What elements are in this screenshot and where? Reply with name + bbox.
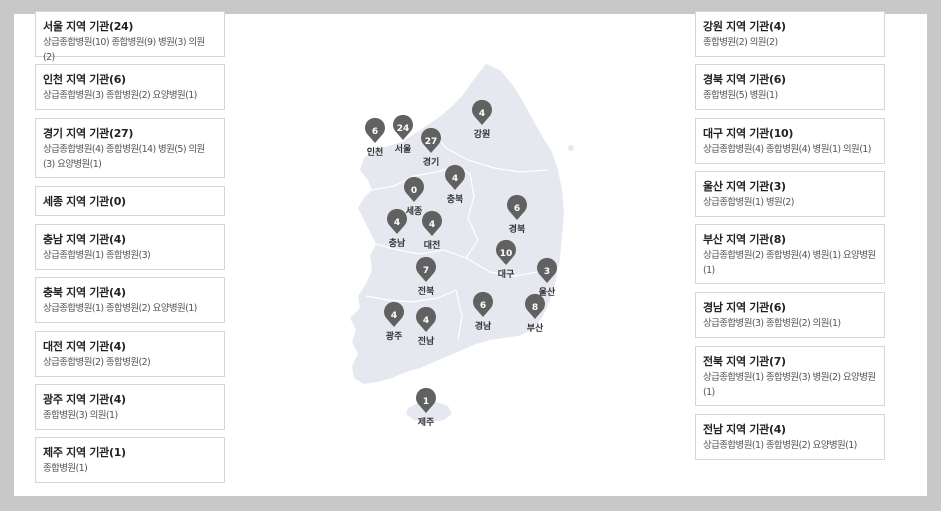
map-pin-count: 27 <box>425 137 438 147</box>
map-pin-count: 4 <box>479 109 485 119</box>
map-pin-count: 4 <box>452 174 458 184</box>
map-pin-count: 0 <box>411 186 417 196</box>
map-pin-count: 6 <box>514 204 520 214</box>
map-pin-count: 4 <box>423 316 429 326</box>
map-pin-region-name: 제주 <box>418 416 435 428</box>
map-pin-count: 4 <box>394 218 400 228</box>
map-pin-count: 10 <box>500 249 513 259</box>
map-pin-count: 6 <box>480 301 486 311</box>
map-pin-count: 4 <box>391 311 397 321</box>
map-pin-count: 6 <box>372 127 378 137</box>
map-pin-region-name: 세종 <box>406 205 423 217</box>
map-pin-region-name: 충남 <box>389 237 406 249</box>
map-pin[interactable]: 6 인천 <box>365 117 385 158</box>
map-pin-region-name: 인천 <box>367 147 384 158</box>
ulleung-island-shape <box>568 145 574 151</box>
map-pin-region-name: 전북 <box>418 285 435 297</box>
map-pin-region-name: 경북 <box>509 223 526 235</box>
map-pin-region-name: 대전 <box>424 239 441 251</box>
korea-map: 6인천24서울27경기4강원0세종4충북4충남4대전6경북10대구 3울산7전북4… <box>350 64 574 428</box>
map-pin-region-name: 대구 <box>498 268 515 280</box>
map-pin-region-name: 경기 <box>423 156 440 168</box>
map-pin-region-name: 강원 <box>474 128 491 140</box>
map-pin-count: 24 <box>397 124 410 134</box>
korea-land <box>350 64 574 422</box>
map-pin-region-name: 광주 <box>386 330 403 342</box>
map-pin-count: 4 <box>429 220 435 230</box>
map-pin-region-name: 서울 <box>395 143 412 155</box>
map-pin-region-name: 충북 <box>447 193 464 205</box>
mainland-shape <box>350 64 564 384</box>
map-pin[interactable]: 24 서울 <box>393 114 414 155</box>
map-pin-region-name: 부산 <box>527 322 544 334</box>
map-pin-count: 8 <box>532 303 538 313</box>
map-pin-region-name: 경남 <box>475 320 492 332</box>
map-pin-count: 7 <box>423 266 429 276</box>
map-pin-region-name: 전남 <box>418 335 435 347</box>
map-pin-count: 3 <box>544 267 550 277</box>
map-pin-count: 1 <box>423 397 429 407</box>
